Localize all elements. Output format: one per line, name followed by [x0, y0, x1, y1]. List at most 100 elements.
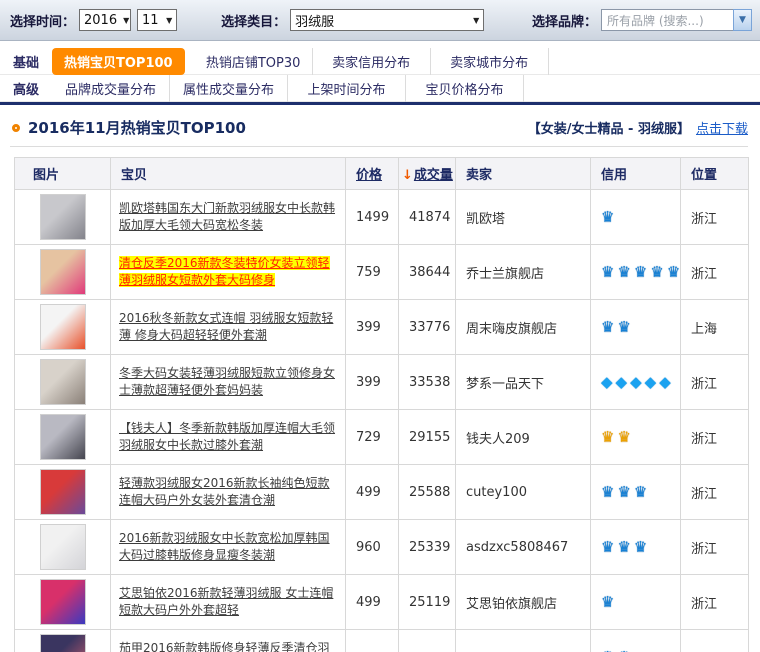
product-thumbnail[interactable] — [40, 359, 86, 405]
blue-crown-icon: ♛ — [601, 648, 617, 652]
product-thumbnail[interactable] — [40, 414, 86, 460]
brand-combobox: 所有品牌 (搜索...) ▼ — [601, 9, 752, 31]
seller-name: asdzxc5808467 — [456, 520, 591, 575]
blue-crown-icon: ♛ — [601, 538, 617, 556]
price-value — [346, 630, 399, 652]
tab-热销店铺TOP30[interactable]: 热销店铺TOP30 — [195, 48, 313, 75]
time-filter-label: 选择时间： — [10, 11, 75, 30]
price-value: 759 — [346, 245, 399, 300]
volume-value: 38644 — [399, 245, 456, 300]
top100-table: 图片 宝贝 价格 ↓成交量 卖家 信用 位置 凯欧塔韩国东大门新款羽绒服女中长款… — [14, 157, 749, 652]
header-volume: ↓成交量 — [399, 158, 456, 190]
sort-desc-icon: ↓ — [402, 168, 413, 183]
product-thumbnail[interactable] — [40, 634, 86, 652]
volume-value: 25588 — [399, 465, 456, 520]
header-credit: 信用 — [591, 158, 681, 190]
filter-bar: 选择时间： 2016 ▼ 11 ▼ 选择类目： 羽绒服 ▼ 选择品牌： 所有品牌… — [0, 0, 760, 41]
price-sort-link[interactable]: 价格 — [356, 168, 382, 183]
blue-crown-icon: ♛ — [617, 483, 633, 501]
header-item: 宝贝 — [111, 158, 346, 190]
product-title-link[interactable]: 2016秋冬新款女式连帽 羽绒服女短款轻薄 修身大码超轻轻便外套潮 — [119, 311, 333, 342]
product-title-link[interactable]: 冬季大码女装轻薄羽绒服短款立领修身女士薄款超薄轻便外套妈妈装 — [119, 366, 335, 397]
section-header: 2016年11月热销宝贝TOP100 【女装/女士精品 - 羽绒服】 点击下载 — [10, 117, 748, 147]
volume-value: 33538 — [399, 355, 456, 410]
breadcrumb: 【女装/女士精品 - 羽绒服】 — [528, 118, 690, 137]
volume-sort-link[interactable]: 成交量 — [414, 168, 453, 183]
tab-group-label-advanced: 高级 — [0, 79, 52, 98]
seller-name: 周末嗨皮旗舰店 — [456, 300, 591, 355]
year-select[interactable]: 2016 ▼ — [79, 9, 131, 31]
year-select-value: 2016 — [84, 13, 117, 28]
product-title-link[interactable]: 艾思铂依2016新款轻薄羽绒服 女士连帽短款大码户外外套超轻 — [119, 586, 333, 617]
price-value: 499 — [346, 465, 399, 520]
tab-卖家城市分布[interactable]: 卖家城市分布 — [431, 48, 549, 75]
tab-row-advanced: 高级 品牌成交量分布属性成交量分布上架时间分布宝贝价格分布 — [0, 75, 760, 102]
blue-diamond-icon: ◆ — [630, 373, 645, 391]
product-title-link[interactable]: 凯欧塔韩国东大门新款羽绒服女中长款韩版加厚大毛领大码宽松冬装 — [119, 201, 335, 232]
chevron-down-icon: ▼ — [739, 15, 746, 25]
product-thumbnail[interactable] — [40, 524, 86, 570]
tab-group-label-basic: 基础 — [0, 52, 52, 71]
page-title: 2016年11月热销宝贝TOP100 — [28, 117, 246, 138]
blue-diamond-icon: ◆ — [645, 373, 660, 391]
table-header-row: 图片 宝贝 价格 ↓成交量 卖家 信用 位置 — [15, 158, 749, 190]
product-title-link[interactable]: 茄甲2016新款韩版修身轻薄反季清仓羽绒服女短款连 — [119, 641, 330, 652]
seller-location: 浙江 — [681, 465, 749, 520]
product-title-link[interactable]: 轻薄款羽绒服女2016新款长袖纯色短款连帽大码户外女装外套清仓潮 — [119, 476, 330, 507]
table-row: 【钱夫人】冬季新款韩版加厚连帽大毛领羽绒服女中长款过膝外套潮 72929155钱夫… — [15, 410, 749, 465]
bullet-icon — [12, 124, 20, 132]
chevron-down-icon: ▼ — [166, 16, 172, 25]
seller-location: 浙江 — [681, 355, 749, 410]
seller-location — [681, 630, 749, 652]
chevron-down-icon: ▼ — [123, 16, 129, 25]
tab-属性成交量分布[interactable]: 属性成交量分布 — [170, 75, 288, 102]
credit-rating: ♛ — [591, 575, 681, 630]
blue-crown-icon: ♛ — [617, 648, 633, 652]
blue-crown-icon: ♛ — [617, 263, 633, 281]
price-value: 399 — [346, 300, 399, 355]
product-title-link[interactable]: 【钱夫人】冬季新款韩版加厚连帽大毛领羽绒服女中长款过膝外套潮 — [119, 421, 335, 452]
credit-rating: ♛♛♛ — [591, 465, 681, 520]
blue-crown-icon: ♛ — [601, 208, 617, 226]
seller-location: 浙江 — [681, 410, 749, 465]
chevron-down-icon: ▼ — [473, 16, 479, 25]
tab-divider-bar — [0, 102, 760, 105]
product-thumbnail[interactable] — [40, 304, 86, 350]
table-row: 清仓反季2016新款冬装特价女装立领轻薄羽绒服女短款外套大码修身 75938644… — [15, 245, 749, 300]
tab-品牌成交量分布[interactable]: 品牌成交量分布 — [52, 75, 170, 102]
product-thumbnail[interactable] — [40, 249, 86, 295]
header-seller: 卖家 — [456, 158, 591, 190]
blue-crown-icon: ♛ — [617, 318, 633, 336]
blue-crown-icon: ♛ — [634, 538, 650, 556]
tab-宝贝价格分布[interactable]: 宝贝价格分布 — [406, 75, 524, 102]
brand-search-input[interactable]: 所有品牌 (搜索...) — [601, 9, 733, 31]
category-select[interactable]: 羽绒服 ▼ — [290, 9, 484, 31]
product-title-link[interactable]: 清仓反季2016新款冬装特价女装立领轻薄羽绒服女短款外套大码修身 — [119, 256, 330, 287]
credit-rating: ♛♛♛♛♛ — [591, 245, 681, 300]
tab-卖家信用分布[interactable]: 卖家信用分布 — [313, 48, 431, 75]
volume-value: 25339 — [399, 520, 456, 575]
volume-value: 41874 — [399, 190, 456, 245]
gold-crown-icon: ♛ — [617, 428, 633, 446]
tab-上架时间分布[interactable]: 上架时间分布 — [288, 75, 406, 102]
product-thumbnail[interactable] — [40, 194, 86, 240]
month-select[interactable]: 11 ▼ — [137, 9, 177, 31]
blue-crown-icon: ♛ — [634, 483, 650, 501]
price-value: 729 — [346, 410, 399, 465]
header-image: 图片 — [15, 158, 111, 190]
brand-filter-label: 选择品牌： — [532, 11, 597, 30]
blue-crown-icon: ♛ — [617, 538, 633, 556]
tab-row-basic: 基础 热销宝贝TOP100 热销店铺TOP30卖家信用分布卖家城市分布 — [0, 48, 760, 75]
seller-name: 钱夫人209 — [456, 410, 591, 465]
product-thumbnail[interactable] — [40, 469, 86, 515]
product-thumbnail[interactable] — [40, 579, 86, 625]
tab-热销宝贝TOP100[interactable]: 热销宝贝TOP100 — [52, 48, 185, 75]
product-title-link[interactable]: 2016新款羽绒服女中长款宽松加厚韩国大码过膝韩版修身显瘦冬装潮 — [119, 531, 330, 562]
credit-rating: ♛♛♛ — [591, 520, 681, 575]
download-link[interactable]: 点击下载 — [696, 118, 748, 137]
volume-value — [399, 630, 456, 652]
volume-value: 33776 — [399, 300, 456, 355]
volume-value: 29155 — [399, 410, 456, 465]
table-row: 艾思铂依2016新款轻薄羽绒服 女士连帽短款大码户外外套超轻49925119艾思… — [15, 575, 749, 630]
brand-dropdown-button[interactable]: ▼ — [733, 9, 752, 31]
